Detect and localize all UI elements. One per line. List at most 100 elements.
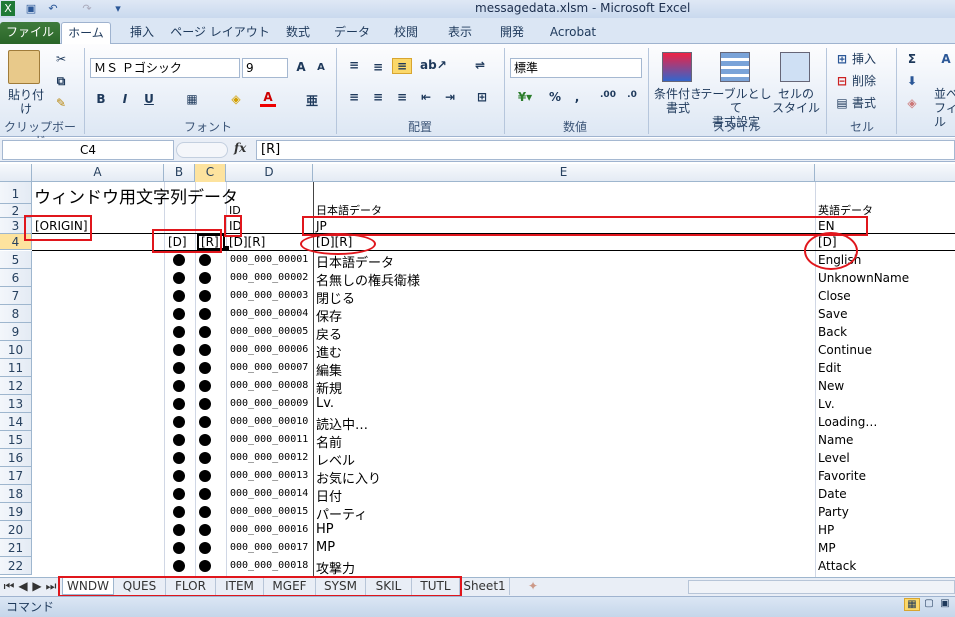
format-cells-icon[interactable]: ▤ <box>834 96 850 110</box>
tab-page-layout[interactable]: ページ レイアウト <box>170 22 270 44</box>
cell-styles-button[interactable]: セルの スタイル <box>772 87 820 115</box>
align-middle-icon[interactable]: ≡ <box>370 60 386 74</box>
grow-font-icon[interactable]: A <box>292 60 310 74</box>
tab-view[interactable]: 表示 <box>438 22 482 44</box>
insert-function-icon[interactable]: fx <box>234 141 252 155</box>
merge-center-icon[interactable]: ⊞ <box>472 90 492 104</box>
increase-decimal-icon[interactable]: .00 <box>598 90 618 100</box>
sort-filter-icon[interactable]: A <box>938 52 954 66</box>
tab-home[interactable]: ホーム <box>61 22 111 44</box>
column-header-b[interactable]: B <box>164 164 195 182</box>
formula-expand-handle[interactable] <box>176 142 228 158</box>
column-header-d[interactable]: D <box>226 164 313 182</box>
fill-icon[interactable]: ⬇ <box>904 74 920 88</box>
tab-file[interactable]: ファイル <box>0 22 60 44</box>
row-header[interactable]: 20 <box>0 521 32 539</box>
font-name-select[interactable]: ＭＳ Ｐゴシック <box>90 58 240 78</box>
row-header[interactable]: 10 <box>0 341 32 359</box>
row-header[interactable]: 13 <box>0 395 32 413</box>
shrink-font-icon[interactable]: A <box>314 62 328 73</box>
wrap-text-icon[interactable]: ⇌ <box>470 58 490 72</box>
column-header-e[interactable]: E <box>313 164 815 182</box>
row-header[interactable]: 21 <box>0 539 32 557</box>
align-center-icon[interactable]: ≡ <box>370 90 386 104</box>
name-box[interactable]: C4 <box>2 140 174 160</box>
italic-icon[interactable]: I <box>118 92 132 106</box>
conditional-format-icon[interactable] <box>662 52 692 82</box>
row-header[interactable]: 16 <box>0 449 32 467</box>
phonetic-icon[interactable]: 亜 <box>304 92 320 109</box>
insert-cells-button[interactable]: 挿入 <box>852 52 892 66</box>
column-header-f[interactable] <box>815 164 955 182</box>
currency-icon[interactable]: ¥▾ <box>514 90 536 104</box>
tab-developer[interactable]: 開発 <box>490 22 534 44</box>
row-header[interactable]: 15 <box>0 431 32 449</box>
cut-icon[interactable]: ✂ <box>54 52 68 66</box>
page-layout-view-icon[interactable]: ▢ <box>922 598 936 609</box>
decrease-indent-icon[interactable]: ⇤ <box>418 90 434 104</box>
row-header[interactable]: 18 <box>0 485 32 503</box>
quick-access-menu-icon[interactable]: ▾ <box>112 1 124 16</box>
row-header[interactable]: 8 <box>0 305 32 323</box>
formula-input[interactable]: [R] <box>256 140 955 160</box>
align-right-icon[interactable]: ≡ <box>394 90 410 104</box>
clear-icon[interactable]: ◈ <box>904 96 920 110</box>
align-bottom-icon[interactable]: ≡ <box>392 58 412 74</box>
prev-sheet-icon[interactable]: ◀ <box>16 578 30 595</box>
row-header[interactable]: 7 <box>0 287 32 305</box>
column-header-a[interactable]: A <box>32 164 164 182</box>
paste-button[interactable]: 貼り付け <box>4 88 48 116</box>
increase-indent-icon[interactable]: ⇥ <box>442 90 458 104</box>
horizontal-scrollbar[interactable] <box>688 580 955 594</box>
save-icon[interactable]: ▣ <box>24 1 38 16</box>
align-top-icon[interactable]: ≡ <box>346 58 362 72</box>
sheet-tab-sheet1[interactable]: Sheet1 <box>460 578 510 595</box>
undo-icon[interactable]: ↶ <box>46 1 60 16</box>
row-header[interactable]: 14 <box>0 413 32 431</box>
first-sheet-icon[interactable]: ⏮ <box>2 578 16 595</box>
row-header[interactable]: 22 <box>0 557 32 575</box>
copy-icon[interactable]: ⧉ <box>54 74 68 89</box>
redo-icon[interactable]: ↷ <box>80 1 94 16</box>
fill-color-icon[interactable]: ◈ <box>228 92 244 106</box>
underline-icon[interactable]: U <box>142 92 156 106</box>
comma-icon[interactable]: , <box>570 90 584 104</box>
row-header[interactable]: 19 <box>0 503 32 521</box>
tab-acrobat[interactable]: Acrobat <box>540 22 606 44</box>
align-left-icon[interactable]: ≡ <box>346 90 362 104</box>
row-header[interactable]: 11 <box>0 359 32 377</box>
row-header[interactable]: 5 <box>0 251 32 269</box>
tab-data[interactable]: データ <box>330 22 374 44</box>
conditional-format-button[interactable]: 条件付き 書式 <box>652 87 704 115</box>
number-format-select[interactable]: 標準 <box>510 58 642 78</box>
font-size-select[interactable]: 9 <box>242 58 288 78</box>
row-header[interactable]: 1 <box>0 182 32 204</box>
bold-icon[interactable]: B <box>94 92 108 106</box>
format-cells-button[interactable]: 書式 <box>852 96 892 110</box>
row-header[interactable]: 12 <box>0 377 32 395</box>
font-color-icon[interactable]: A <box>260 90 276 107</box>
column-header-c[interactable]: C <box>195 164 226 182</box>
cell-styles-icon[interactable] <box>780 52 810 82</box>
normal-view-icon[interactable]: ▦ <box>904 598 920 611</box>
autosum-icon[interactable]: Σ <box>904 52 920 66</box>
percent-icon[interactable]: % <box>548 90 562 104</box>
last-sheet-icon[interactable]: ⏭ <box>44 578 58 595</box>
next-sheet-icon[interactable]: ▶ <box>30 578 44 595</box>
delete-cells-button[interactable]: 削除 <box>852 74 892 88</box>
format-as-table-icon[interactable] <box>720 52 750 82</box>
delete-cells-icon[interactable]: ⊟ <box>834 74 850 88</box>
page-break-view-icon[interactable]: ▣ <box>938 598 952 609</box>
paste-icon[interactable] <box>8 50 40 84</box>
tab-review[interactable]: 校閲 <box>384 22 428 44</box>
row-header[interactable]: 6 <box>0 269 32 287</box>
new-sheet-icon[interactable]: ✦ <box>524 578 542 595</box>
orientation-icon[interactable]: ab↗ <box>420 58 447 72</box>
decrease-decimal-icon[interactable]: .0 <box>622 90 642 100</box>
tab-insert[interactable]: 挿入 <box>120 22 164 44</box>
sort-filter-button[interactable]: 並べ <box>934 87 955 101</box>
row-header[interactable]: 17 <box>0 467 32 485</box>
insert-cells-icon[interactable]: ⊞ <box>834 52 850 66</box>
select-all-corner[interactable] <box>0 164 32 182</box>
border-icon[interactable]: ▦ <box>184 92 200 106</box>
